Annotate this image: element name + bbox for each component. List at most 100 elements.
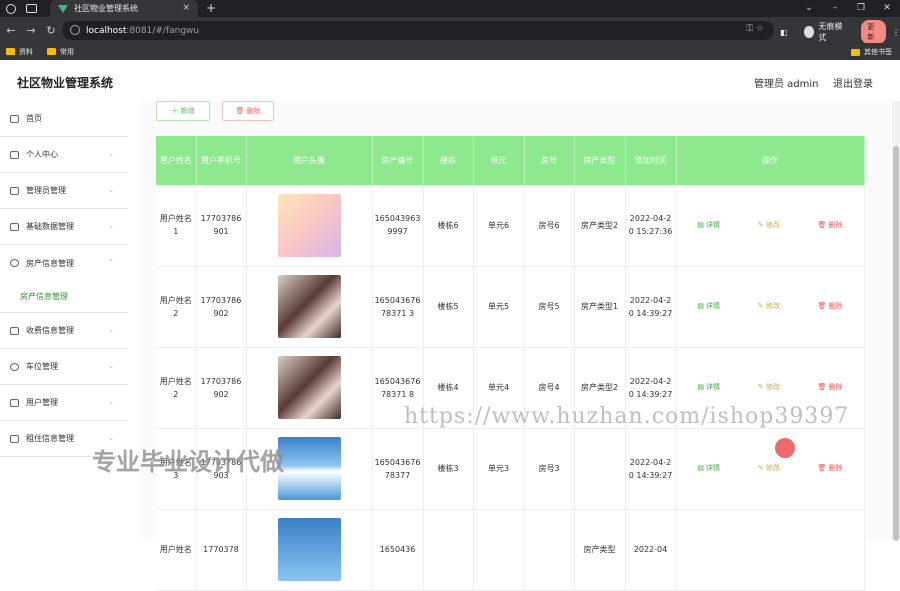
row-delete-button[interactable]: 🗑 删除 xyxy=(818,462,843,475)
cell-actions: ▤ 详情 ✎ 修改 🗑 删除 xyxy=(676,347,865,429)
user-avatar-image[interactable] xyxy=(277,193,341,257)
browser-tab-bar: 社区物业管理系统 × + ⌄ – ❐ ✕ xyxy=(0,0,900,17)
edit-label: 修改 xyxy=(765,383,780,391)
cell-name: 用户姓名2 xyxy=(156,266,197,348)
sidebar-item-label: 房产信息管理 xyxy=(26,258,74,268)
chevron-down-icon: ⌄ xyxy=(108,186,114,194)
cell-room: 房号3 xyxy=(524,428,575,510)
sidebar-subitem-property[interactable]: 房产信息管理 xyxy=(0,281,128,313)
table-row: 用户姓名1 17703786901 1650439639997 楼栋6 单元6 … xyxy=(156,185,865,267)
column-header[interactable]: 用户手机号 xyxy=(196,136,247,185)
app-header: 社区物业管理系统 管理员 admin 退出登录 xyxy=(0,60,900,101)
forward-icon[interactable]: → xyxy=(22,24,40,37)
add-button[interactable]: ＋ 新增 xyxy=(156,101,210,121)
detail-label: 详情 xyxy=(706,302,721,310)
column-header[interactable]: 单元 xyxy=(473,136,525,185)
minimize-icon[interactable]: – xyxy=(822,0,848,17)
cell-avatar xyxy=(246,347,373,429)
scrollbar-thumb[interactable] xyxy=(893,146,899,541)
row-delete-button[interactable]: 🗑 删除 xyxy=(818,381,843,394)
bookmark-star-icon[interactable]: ⚿ ☆ xyxy=(746,24,764,34)
close-window-icon[interactable]: ✕ xyxy=(874,0,900,17)
info-icon[interactable] xyxy=(70,25,80,35)
cell-name: 用户姓名2 xyxy=(156,347,197,429)
chevron-up-icon: ⌃ xyxy=(108,258,114,266)
column-header[interactable]: 添加时间 xyxy=(625,136,677,185)
bookmark-folder-2[interactable]: 常用 xyxy=(47,47,74,57)
profile-label[interactable]: 无痕模式 xyxy=(818,21,847,43)
cell-code: 1650439639997 xyxy=(372,185,424,267)
sidepanel-icon[interactable]: ◧ xyxy=(780,28,788,37)
edit-button[interactable]: ✎ 修改 xyxy=(758,462,780,475)
cell-room xyxy=(524,509,575,591)
user-avatar-image[interactable] xyxy=(277,518,341,581)
detail-button[interactable]: ▤ 详情 xyxy=(697,300,720,313)
pin-icon xyxy=(10,434,19,443)
cell-code: 16504367678377 xyxy=(372,428,424,510)
power-icon xyxy=(10,259,19,267)
edit-label: 修改 xyxy=(765,220,780,229)
column-header[interactable]: 用户姓名 xyxy=(156,136,197,185)
sidebar-item-basic-data[interactable]: 基础数据管理 ⌄ xyxy=(0,209,128,245)
sidebar-item-property[interactable]: 房产信息管理 ⌃ xyxy=(0,245,128,281)
column-header[interactable]: 楼栋 xyxy=(423,136,474,185)
column-header[interactable]: 房产编号 xyxy=(372,136,424,185)
sidebar-item-profile[interactable]: 个人中心 ⌄ xyxy=(0,137,128,173)
bookmark-folder-1[interactable]: 资料 xyxy=(6,47,33,57)
detail-button[interactable]: ▤ 详情 xyxy=(697,381,720,394)
new-tab-button[interactable]: + xyxy=(206,0,216,17)
row-delete-button[interactable]: 🗑 删除 xyxy=(818,219,843,232)
back-icon[interactable]: ← xyxy=(2,24,20,37)
folder-icon xyxy=(6,48,15,55)
more-menu-icon[interactable]: ⋮ xyxy=(892,28,900,37)
reload-icon[interactable]: ↻ xyxy=(42,24,60,37)
cell-type xyxy=(574,428,626,510)
cell-type: 房产类型2 xyxy=(574,185,626,267)
cell-building xyxy=(423,509,474,591)
monitor-icon xyxy=(10,186,19,195)
column-header[interactable]: 房产类型 xyxy=(574,136,626,185)
user-avatar-image[interactable] xyxy=(277,356,341,419)
tab-strip-icon[interactable] xyxy=(26,4,37,13)
address-bar[interactable]: localhost:8081/#/fangwu ⚿ ☆ xyxy=(62,21,774,40)
close-tab-icon[interactable]: × xyxy=(182,3,190,13)
admin-label: 管理员 admin xyxy=(754,79,819,90)
user-avatar-image[interactable] xyxy=(277,275,341,338)
sidebar-item-admin[interactable]: 管理员管理 ⌄ xyxy=(0,173,128,209)
chevron-down-icon: ⌄ xyxy=(108,434,114,442)
edit-button[interactable]: ✎ 修改 xyxy=(758,300,780,313)
page-scrollbar[interactable] xyxy=(892,101,900,541)
sidebar-item-users[interactable]: 用户管理 ⌄ xyxy=(0,385,128,421)
browser-menu-icon[interactable] xyxy=(6,3,16,14)
delete-button[interactable]: 🗑 删除 xyxy=(222,101,274,121)
cell-phone: 17703786901 xyxy=(196,185,247,267)
cell-time: 2022-04-20 14:39:27 xyxy=(625,347,677,429)
edit-button[interactable]: ✎ 修改 xyxy=(758,219,780,232)
chevron-down-icon: ⌄ xyxy=(108,150,114,158)
sidebar-item-home[interactable]: 首页 xyxy=(0,101,128,137)
column-header[interactable]: 用户头像 xyxy=(246,136,373,185)
update-button[interactable]: 更新 xyxy=(861,20,886,44)
user-avatar-image[interactable] xyxy=(277,437,341,500)
column-header[interactable]: 房号 xyxy=(524,136,575,185)
cell-actions: ▤ 详情 ✎ 修改 🗑 删除 xyxy=(676,185,865,267)
edit-button[interactable]: ✎ 修改 xyxy=(758,381,780,394)
user-icon xyxy=(10,150,19,159)
maximize-icon[interactable]: ❐ xyxy=(848,0,874,17)
row-delete-button[interactable]: 🗑 删除 xyxy=(818,300,843,313)
detail-button[interactable]: ▤ 详情 xyxy=(697,219,720,232)
chevron-down-icon[interactable]: ⌄ xyxy=(796,0,822,17)
cell-unit: 单元6 xyxy=(473,185,525,267)
sidebar-item-parking[interactable]: 车位管理 ⌄ xyxy=(0,349,128,385)
other-bookmarks[interactable]: 其他书签 xyxy=(851,47,892,57)
cell-code: 16504367678371 8 xyxy=(372,347,424,429)
sidebar-item-rental[interactable]: 租住信息管理 ⌄ xyxy=(0,421,128,457)
browser-tab[interactable]: 社区物业管理系统 × xyxy=(50,0,198,17)
logout-link[interactable]: 退出登录 xyxy=(833,75,873,90)
detail-button[interactable]: ▤ 详情 xyxy=(697,462,720,475)
chevron-down-icon: ⌄ xyxy=(108,222,114,230)
chevron-down-icon: ⌄ xyxy=(108,398,114,406)
incognito-avatar-icon[interactable] xyxy=(803,26,815,38)
sidebar-item-fees[interactable]: 收费信息管理 ⌄ xyxy=(0,313,128,349)
cell-name: 用户姓名1 xyxy=(156,185,197,267)
